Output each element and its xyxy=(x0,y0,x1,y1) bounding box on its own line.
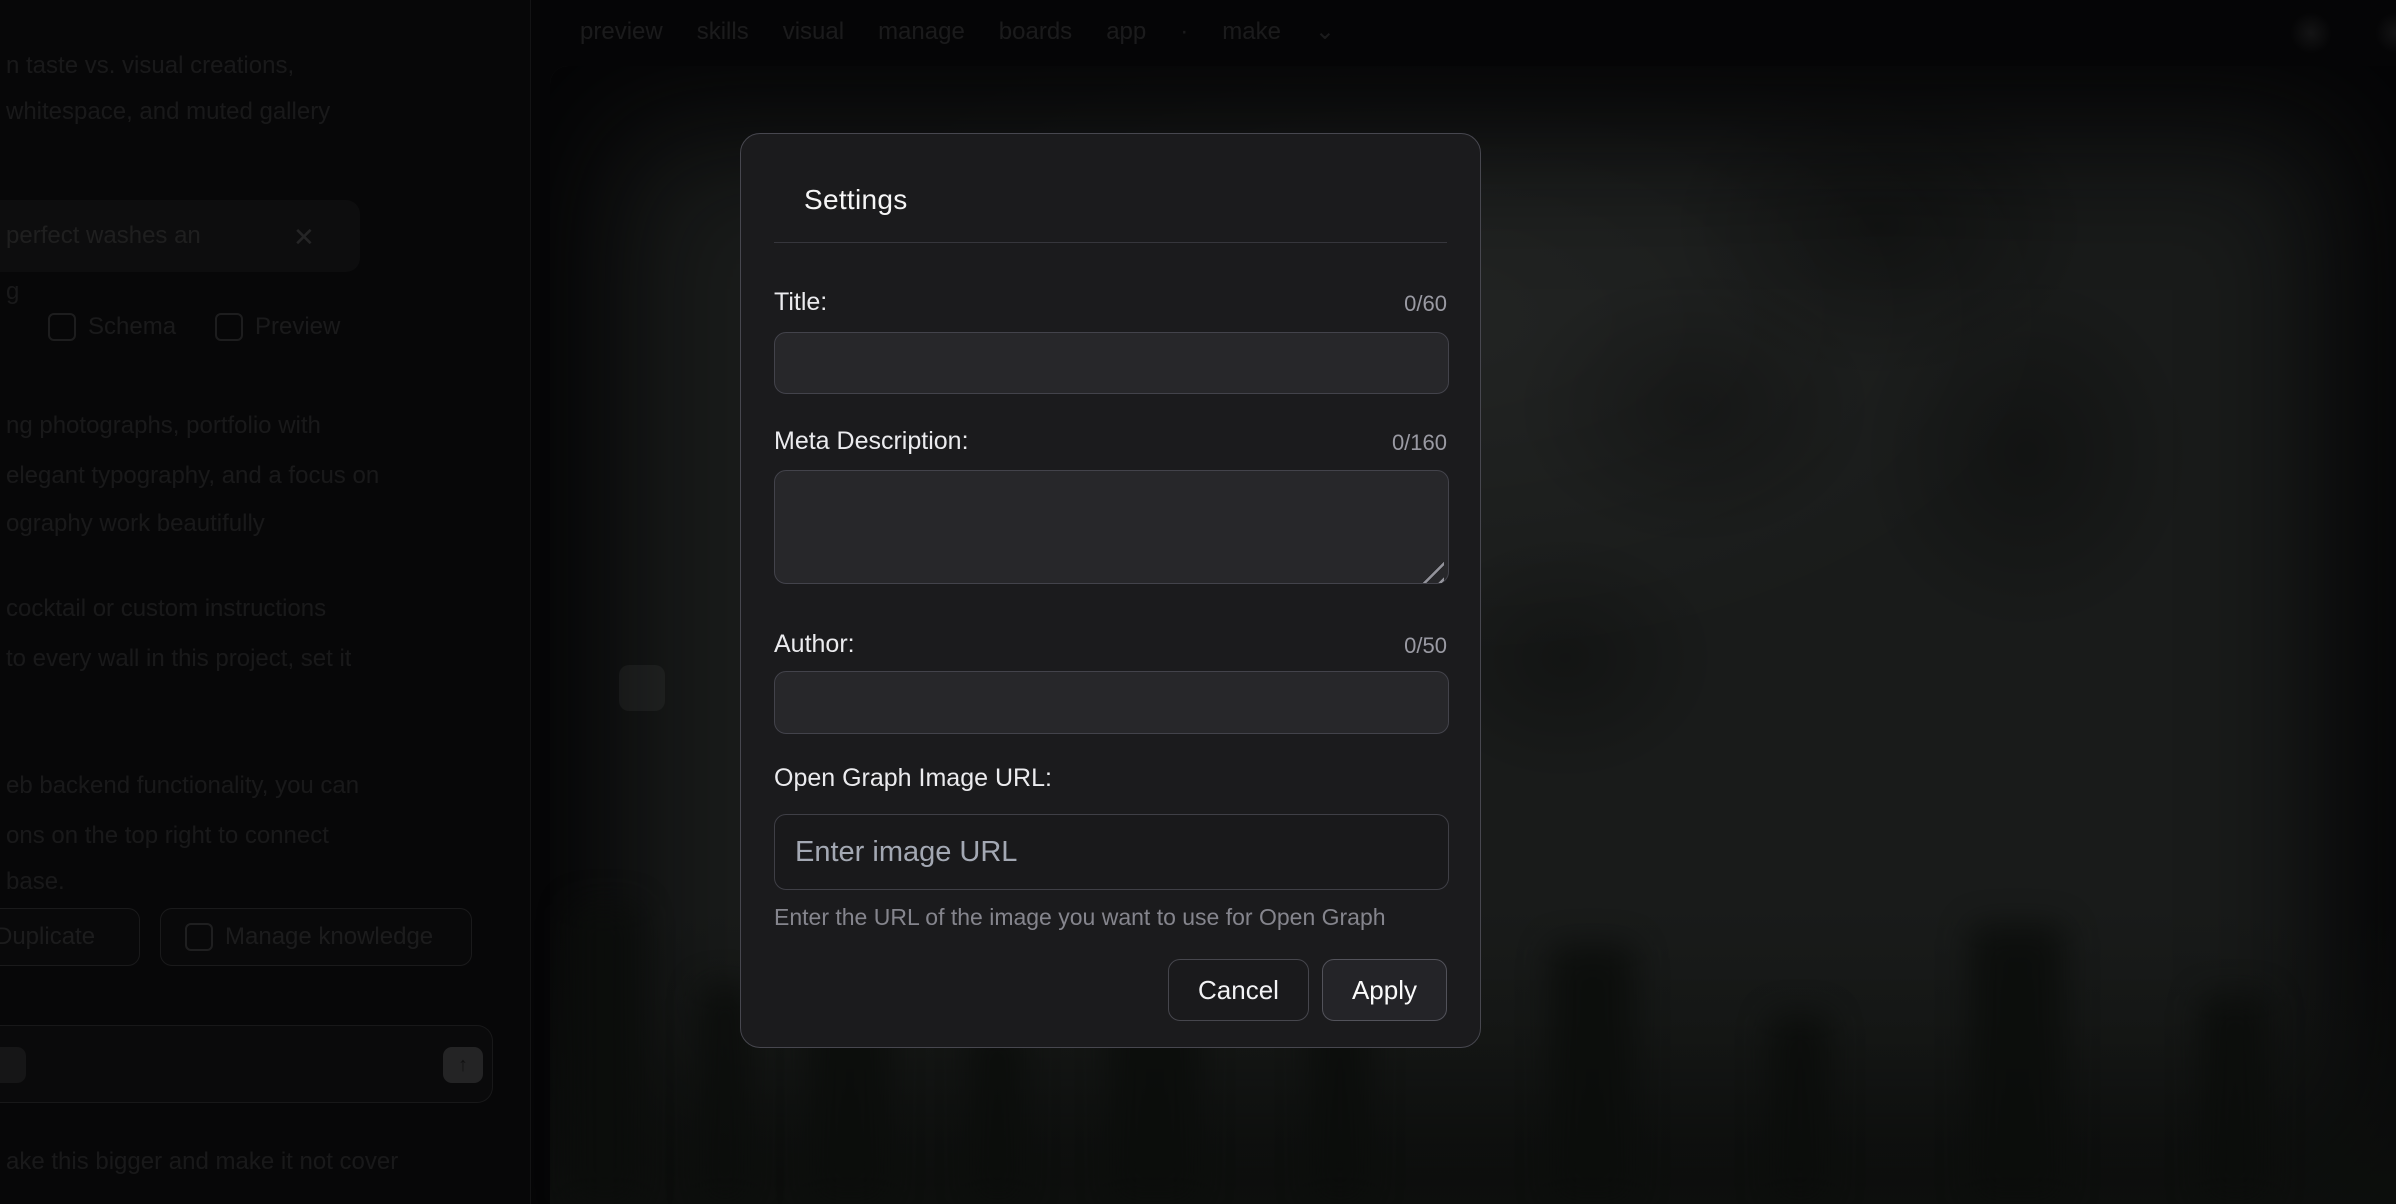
topbar-item: app xyxy=(1106,18,1146,46)
close-icon: ✕ xyxy=(293,222,315,253)
cancel-button[interactable]: Cancel xyxy=(1168,959,1309,1021)
topbar-menu-icon xyxy=(2375,12,2396,54)
author-field-label: Author: xyxy=(774,630,855,659)
og-image-url-field-label: Open Graph Image URL: xyxy=(774,764,1052,793)
chat-text-line: cocktail or custom instructions xyxy=(6,595,326,623)
context-chip-label: perfect washes an xyxy=(6,222,201,250)
meta-description-textarea[interactable] xyxy=(774,470,1449,584)
chat-text-line: ons on the top right to connect xyxy=(6,822,329,850)
chat-text-line: g xyxy=(6,278,19,306)
duplicate-button-label: Duplicate xyxy=(0,923,95,951)
meta-description-char-counter: 0/160 xyxy=(1392,430,1447,456)
topbar-breadcrumb: preview skills visual manage boards app … xyxy=(580,17,1335,46)
divider xyxy=(774,242,1447,243)
chat-text-line: ng photographs, portfolio with xyxy=(6,412,321,440)
preview-toggle: Preview xyxy=(215,313,340,341)
settings-modal: Settings Title: 0/60 Meta Description: 0… xyxy=(740,133,1481,1048)
chat-text-line: ake this bigger and make it not cover xyxy=(6,1148,398,1176)
chat-text-line: whitespace, and muted gallery xyxy=(6,98,330,126)
apply-button[interactable]: Apply xyxy=(1322,959,1447,1021)
topbar-item: skills xyxy=(697,18,749,46)
chat-text-line: n taste vs. visual creations, xyxy=(6,52,294,80)
chat-sidebar: n taste vs. visual creations, whitespace… xyxy=(0,0,531,1204)
schema-checkbox-icon xyxy=(48,313,76,341)
modal-title: Settings xyxy=(804,184,1447,216)
meta-description-field-label: Meta Description: xyxy=(774,427,969,456)
topbar-item: manage xyxy=(878,18,965,46)
chat-composer-input xyxy=(0,1025,493,1103)
chat-text-line: elegant typography, and a focus on xyxy=(6,462,379,490)
schema-toggle: Schema xyxy=(48,313,176,341)
chat-text-line: base. xyxy=(6,868,65,896)
manage-knowledge-button: Manage knowledge xyxy=(160,908,472,966)
manage-knowledge-label: Manage knowledge xyxy=(225,923,433,951)
topbar-item: boards xyxy=(999,18,1072,46)
floating-widget xyxy=(619,665,665,711)
topbar-avatar xyxy=(2290,12,2332,54)
topbar-item: visual xyxy=(783,18,844,46)
separator-dot: · xyxy=(1180,18,1188,46)
schema-toggle-label: Schema xyxy=(88,313,176,341)
chevron-down-icon: ⌄ xyxy=(1315,17,1335,46)
og-image-url-input[interactable] xyxy=(774,814,1449,890)
preview-toggle-label: Preview xyxy=(255,313,340,341)
chat-text-line: ography work beautifully xyxy=(6,510,265,538)
send-icon: ↑ xyxy=(458,1054,468,1077)
topbar-item: make xyxy=(1222,18,1281,46)
send-button: ↑ xyxy=(443,1047,483,1083)
title-field-label: Title: xyxy=(774,288,827,317)
og-image-url-helper-text: Enter the URL of the image you want to u… xyxy=(774,904,1447,931)
title-char-counter: 0/60 xyxy=(1404,291,1447,317)
topbar-item: preview xyxy=(580,18,663,46)
screen: preview skills visual manage boards app … xyxy=(0,0,2396,1204)
chat-text-line: eb backend functionality, you can xyxy=(6,772,359,800)
title-input[interactable] xyxy=(774,332,1449,394)
preview-checkbox-icon xyxy=(215,313,243,341)
duplicate-button: Duplicate xyxy=(0,908,140,966)
author-input[interactable] xyxy=(774,671,1449,734)
author-char-counter: 0/50 xyxy=(1404,633,1447,659)
chat-text-line: to every wall in this project, set it xyxy=(6,645,351,673)
attach-icon xyxy=(0,1047,26,1083)
knowledge-icon xyxy=(185,923,213,951)
